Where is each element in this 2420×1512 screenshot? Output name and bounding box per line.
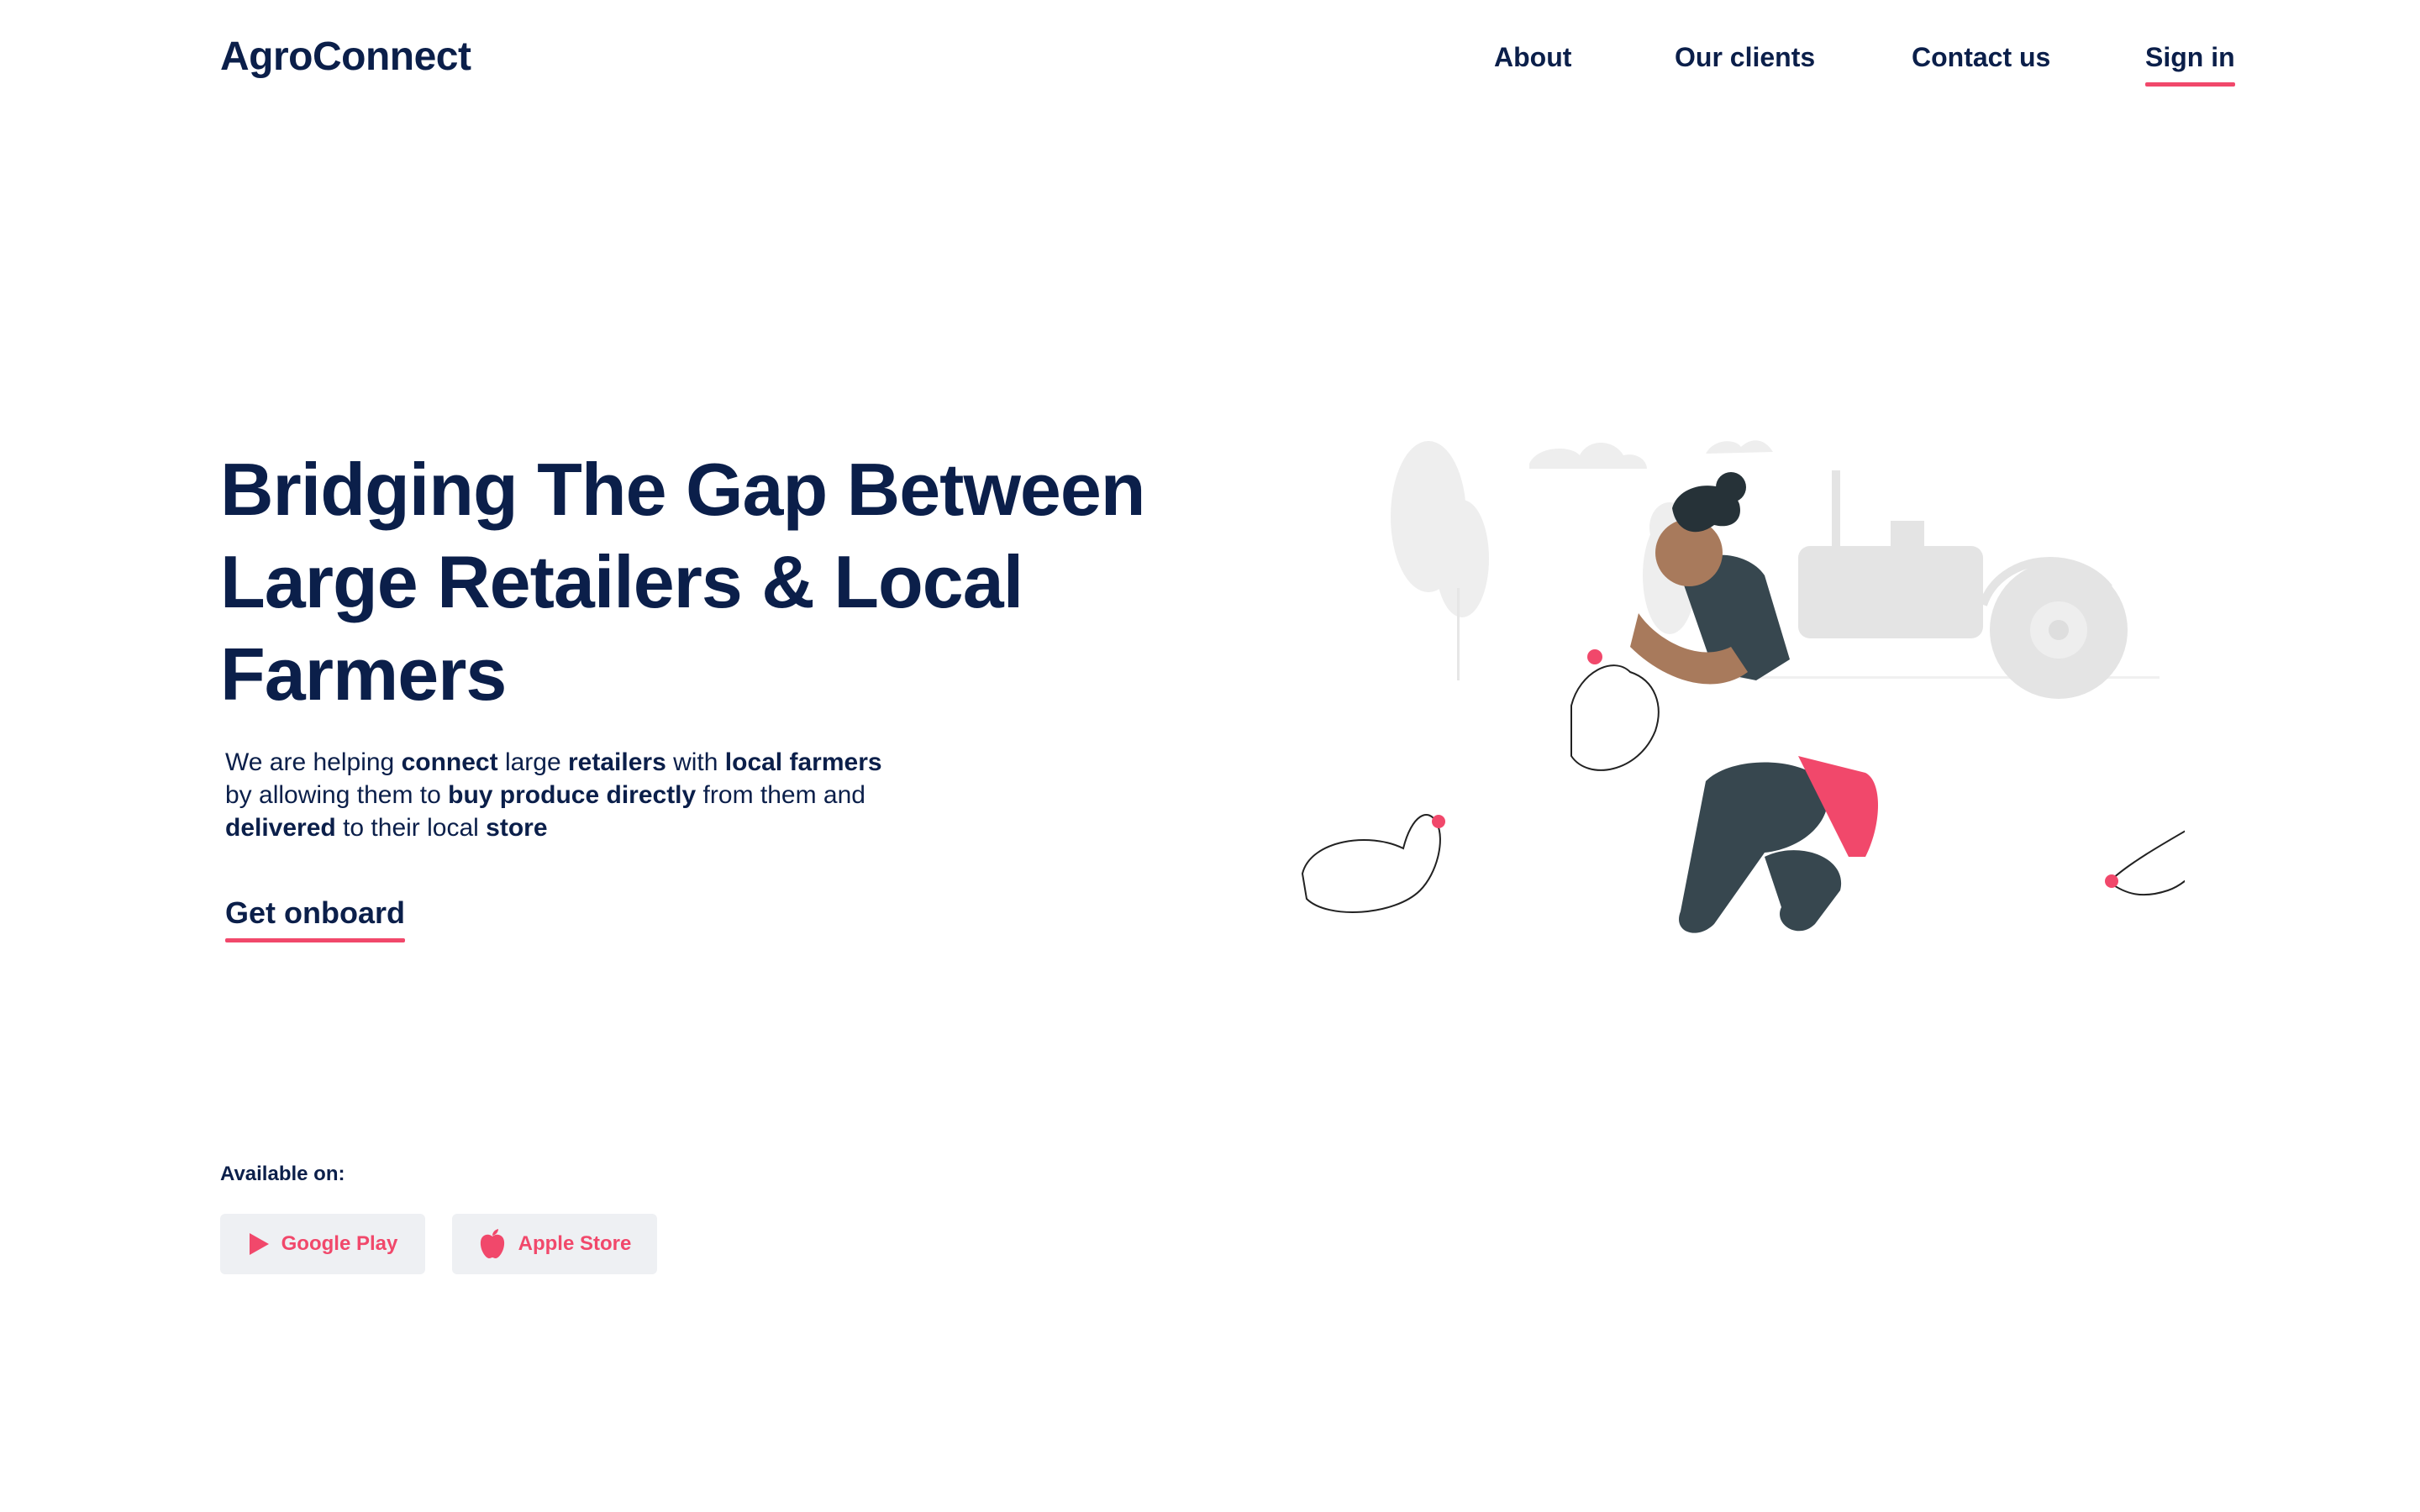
- hero-desc-text: connect: [401, 748, 498, 776]
- hero-title: Bridging The Gap Between Large Retailers…: [220, 444, 1228, 721]
- hero-desc-text: buy produce directly: [448, 781, 697, 809]
- hero-desc-text: store: [486, 814, 548, 842]
- brand-logo[interactable]: AgroConnect: [220, 34, 471, 80]
- hero-title-line-2: Large Retailers & Local: [220, 540, 1023, 623]
- farmer-with-chickens-illustration: [1301, 440, 2185, 933]
- play-icon: [249, 1233, 269, 1255]
- hero-desc-text: by allowing them to: [225, 781, 449, 809]
- available-on-label: Available on:: [220, 1163, 345, 1185]
- hero-desc-text: with: [666, 748, 725, 776]
- hero-desc-text: delivered: [225, 814, 336, 842]
- nav-our-clients[interactable]: Our clients: [1675, 42, 1815, 73]
- google-play-label: Google Play: [281, 1232, 398, 1255]
- hero-desc-text: from them and: [696, 781, 865, 809]
- hero-desc-text: retailers: [568, 748, 666, 776]
- hero-desc-text: large: [497, 748, 568, 776]
- hero-description: We are helping connect large retailers w…: [225, 746, 965, 844]
- nav-contact-us[interactable]: Contact us: [1912, 42, 2050, 73]
- nav-sign-in[interactable]: Sign in: [2145, 42, 2235, 87]
- hero-desc-text: to their local: [335, 814, 487, 842]
- get-onboard-button[interactable]: Get onboard: [225, 895, 405, 942]
- apple-store-label: Apple Store: [518, 1232, 632, 1255]
- hero-title-line-1: Bridging The Gap Between: [220, 448, 1146, 531]
- google-play-button[interactable]: Google Play: [220, 1214, 425, 1274]
- hero-desc-text: We are helping: [225, 748, 402, 776]
- hero-desc-text: local farmers: [724, 748, 882, 776]
- apple-store-button[interactable]: Apple Store: [452, 1214, 657, 1274]
- hero-title-line-3: Farmers: [220, 633, 507, 716]
- nav-about[interactable]: About: [1494, 42, 1571, 73]
- apple-icon: [480, 1229, 504, 1258]
